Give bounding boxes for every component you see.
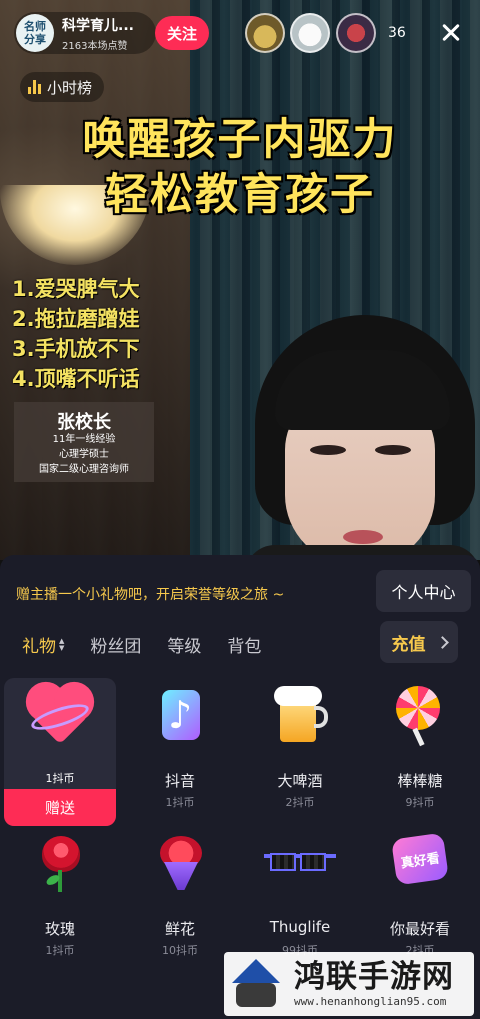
- gift-price: 1抖币: [165, 796, 195, 809]
- send-gift-button[interactable]: 赠送: [4, 789, 116, 826]
- site-watermark: 鸿联手游网 www.henanhonglian95.com: [224, 952, 474, 1016]
- headline-line-1: 唤醒孩子内驱力: [82, 115, 398, 165]
- host-avatar[interactable]: 名师 分享: [16, 14, 54, 52]
- gift-price: 9抖币: [405, 796, 435, 809]
- hourly-rank-label: 小时榜: [47, 78, 93, 97]
- gift-item-bouquet[interactable]: 鲜花 10抖币: [124, 826, 236, 976]
- teacher-credential: 心理学硕士: [59, 449, 109, 460]
- gift-item-rose[interactable]: 玫瑰 1抖币: [4, 826, 116, 976]
- gift-item-douyin[interactable]: 抖音 1抖币: [124, 678, 236, 828]
- rose-icon: [30, 832, 90, 892]
- headline-line-2: 轻松教育孩子: [105, 170, 375, 220]
- host-info-pill[interactable]: 名师 分享 科学育儿... 2163本场点赞: [14, 12, 156, 54]
- beer-icon: [270, 684, 330, 744]
- tab-level[interactable]: 等级: [167, 632, 201, 657]
- gift-item-heart[interactable]: 1抖币 赠送: [4, 678, 116, 826]
- presenter: [225, 315, 480, 560]
- gift-name: 鲜花: [164, 920, 195, 938]
- watermark-url: www.henanhonglian95.com: [294, 995, 447, 1008]
- tab-backpack[interactable]: 背包: [227, 632, 261, 657]
- recharge-button[interactable]: 充值: [380, 621, 458, 663]
- watermark-text: 鸿联手游网 www.henanhonglian95.com: [294, 959, 454, 1009]
- heart-badge-text: 真好看: [391, 832, 449, 886]
- gift-price: 1抖币: [45, 772, 75, 785]
- gift-name: 你最好看: [389, 920, 450, 938]
- gift-name: 大啤酒: [277, 772, 323, 790]
- gift-name: 玫瑰: [44, 920, 75, 938]
- presenter-bangs: [275, 350, 450, 430]
- gift-item-lollipop[interactable]: 棒棒糖 9抖币: [364, 678, 476, 828]
- host-info: 科学育儿... 2163本场点赞: [62, 15, 134, 52]
- personal-center-button[interactable]: 个人中心: [376, 570, 471, 612]
- gift-tabs: 礼物 ▲ ▼ 粉丝团 等级 背包: [22, 632, 287, 657]
- topic-list: 1.爱哭脾气大 2.拖拉磨蹭娃 3.手机放不下 4.顶嘴不听话: [12, 274, 172, 394]
- close-icon[interactable]: [437, 18, 465, 46]
- host-name: 科学育儿...: [62, 17, 134, 34]
- rank-bars-icon: [28, 80, 41, 94]
- topic-item: 1.爱哭脾气大: [12, 277, 140, 301]
- gift-price: 10抖币: [162, 944, 198, 957]
- topic-item: 2.拖拉磨蹭娃: [12, 307, 140, 331]
- sunglasses-icon: [264, 832, 336, 892]
- teacher-name: 张校长: [57, 412, 111, 433]
- teacher-card: 张校长 11年一线经验 心理学硕士 国家二级心理咨询师: [14, 402, 154, 482]
- live-stream-video[interactable]: 小时榜 唤醒孩子内驱力 轻松教育孩子 1.爱哭脾气大 2.拖拉磨蹭娃 3.手机放…: [0, 0, 480, 560]
- viewer-count[interactable]: 36: [388, 25, 406, 41]
- viewer-avatar[interactable]: [336, 13, 376, 53]
- recharge-label: 充值: [391, 634, 426, 655]
- gift-name: 抖音: [164, 772, 195, 790]
- hourly-rank-badge[interactable]: 小时榜: [20, 72, 105, 102]
- gift-price: 1抖币: [45, 944, 75, 957]
- douyin-note-icon: [150, 684, 210, 744]
- presenter-eye-right: [375, 445, 411, 455]
- lollipop-icon: [390, 684, 450, 747]
- bouquet-icon: [150, 832, 210, 892]
- follow-button[interactable]: 关注: [155, 16, 209, 50]
- watermark-name: 鸿联手游网: [294, 959, 454, 995]
- host-avatar-text-1: 名师: [24, 20, 46, 33]
- viewer-avatar[interactable]: [245, 13, 285, 53]
- heart-icon: [28, 684, 92, 745]
- teacher-credential: 11年一线经验: [52, 434, 116, 445]
- tab-gifts-label: 礼物: [22, 637, 56, 657]
- presenter-eye-left: [310, 445, 346, 455]
- gift-name: 棒棒糖: [397, 772, 443, 790]
- host-likes: 2163本场点赞: [62, 40, 128, 52]
- heart-badge-icon: 真好看: [390, 832, 450, 892]
- viewer-avatar[interactable]: [290, 13, 330, 53]
- topic-item: 4.顶嘴不听话: [12, 367, 140, 391]
- tab-gifts[interactable]: 礼物 ▲ ▼: [22, 632, 64, 657]
- tab-fan-club[interactable]: 粉丝团: [90, 632, 141, 657]
- gift-item-beer[interactable]: 大啤酒 2抖币: [244, 678, 356, 828]
- gift-panel: 赠主播一个小礼物吧，开启荣誉等级之旅 ~ 个人中心 礼物 ▲ ▼ 粉丝团 等级 背…: [0, 555, 480, 1019]
- presenter-lips: [343, 530, 383, 544]
- teacher-credential: 国家二级心理咨询师: [39, 464, 129, 475]
- watermark-logo-icon: [226, 953, 288, 1015]
- sort-icon: ▲ ▼: [59, 636, 65, 652]
- chevron-right-icon: [435, 635, 449, 649]
- topic-item: 3.手机放不下: [12, 337, 140, 361]
- gift-price: 2抖币: [285, 796, 315, 809]
- gift-name: Thuglife: [269, 918, 331, 936]
- host-avatar-text-2: 分享: [24, 33, 46, 46]
- promo-text: 赠主播一个小礼物吧，开启荣誉等级之旅 ~: [16, 587, 285, 603]
